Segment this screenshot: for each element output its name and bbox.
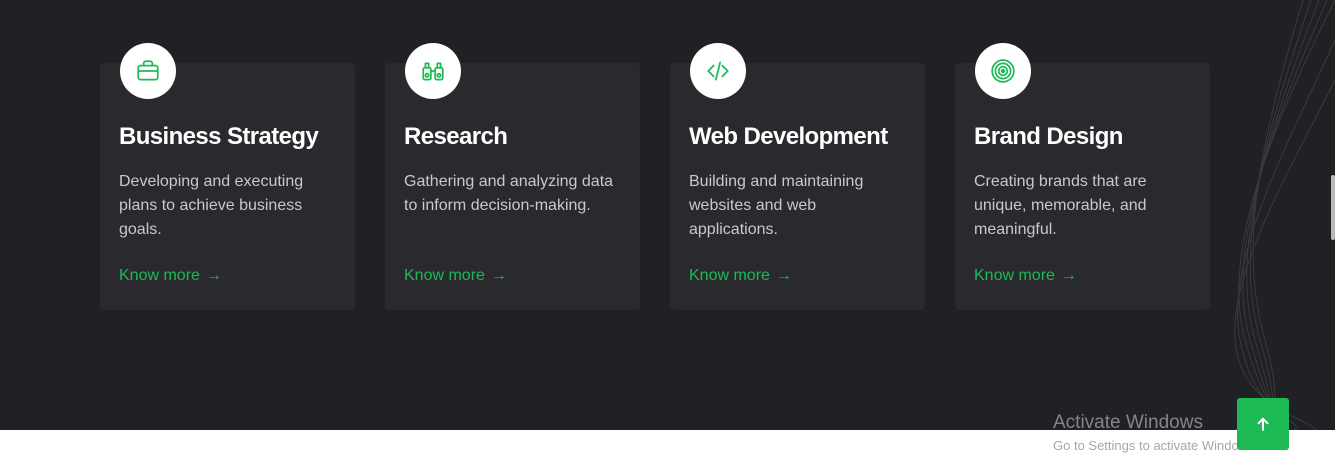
arrow-right-icon: →	[490, 267, 507, 284]
activate-windows-watermark: Activate Windows Go to Settings to activ…	[1053, 412, 1258, 453]
scrollbar-thumb[interactable]	[1331, 175, 1335, 240]
know-more-link[interactable]: Know more →	[404, 267, 507, 285]
card-title: Research	[404, 123, 508, 150]
target-icon	[991, 59, 1015, 83]
arrow-up-icon	[1257, 417, 1269, 431]
know-more-link[interactable]: Know more →	[119, 267, 222, 285]
arrow-right-icon: →	[205, 267, 222, 284]
icon-badge	[975, 43, 1031, 99]
card-description: Gathering and analyzing data to inform d…	[404, 173, 614, 214]
watermark-title: Activate Windows	[1053, 412, 1203, 433]
know-more-link[interactable]: Know more →	[974, 267, 1077, 285]
back-to-top-button[interactable]	[1237, 398, 1289, 450]
icon-badge	[690, 43, 746, 99]
card-description: Building and maintaining websites and we…	[689, 173, 864, 238]
card-title: Business Strategy	[119, 123, 319, 150]
services-section: Business Strategy Developing and executi…	[0, 0, 1335, 430]
briefcase-icon	[137, 60, 159, 81]
know-more-label: Know more	[974, 267, 1055, 284]
know-more-link[interactable]: Know more →	[689, 267, 792, 285]
icon-badge	[120, 43, 176, 99]
arrow-right-icon: →	[1060, 267, 1077, 284]
card-description: Developing and executing plans to achiev…	[119, 173, 304, 238]
code-icon	[707, 61, 729, 81]
decorative-wave-lines	[1234, 0, 1335, 430]
service-card-web-development: Web Development Building and maintaining…	[670, 43, 925, 310]
know-more-label: Know more	[689, 267, 770, 284]
service-card-business-strategy: Business Strategy Developing and executi…	[100, 43, 355, 310]
service-card-brand-design: Brand Design Creating brands that are un…	[955, 43, 1210, 310]
arrow-right-icon: →	[775, 267, 792, 284]
binoculars-icon	[422, 62, 444, 81]
card-title: Brand Design	[974, 123, 1123, 150]
icon-badge	[405, 43, 461, 99]
card-description: Creating brands that are unique, memorab…	[974, 173, 1147, 238]
know-more-label: Know more	[119, 267, 200, 284]
know-more-label: Know more	[404, 267, 485, 284]
service-card-research: Research Gathering and analyzing data to…	[385, 43, 640, 310]
card-title: Web Development	[689, 123, 888, 150]
